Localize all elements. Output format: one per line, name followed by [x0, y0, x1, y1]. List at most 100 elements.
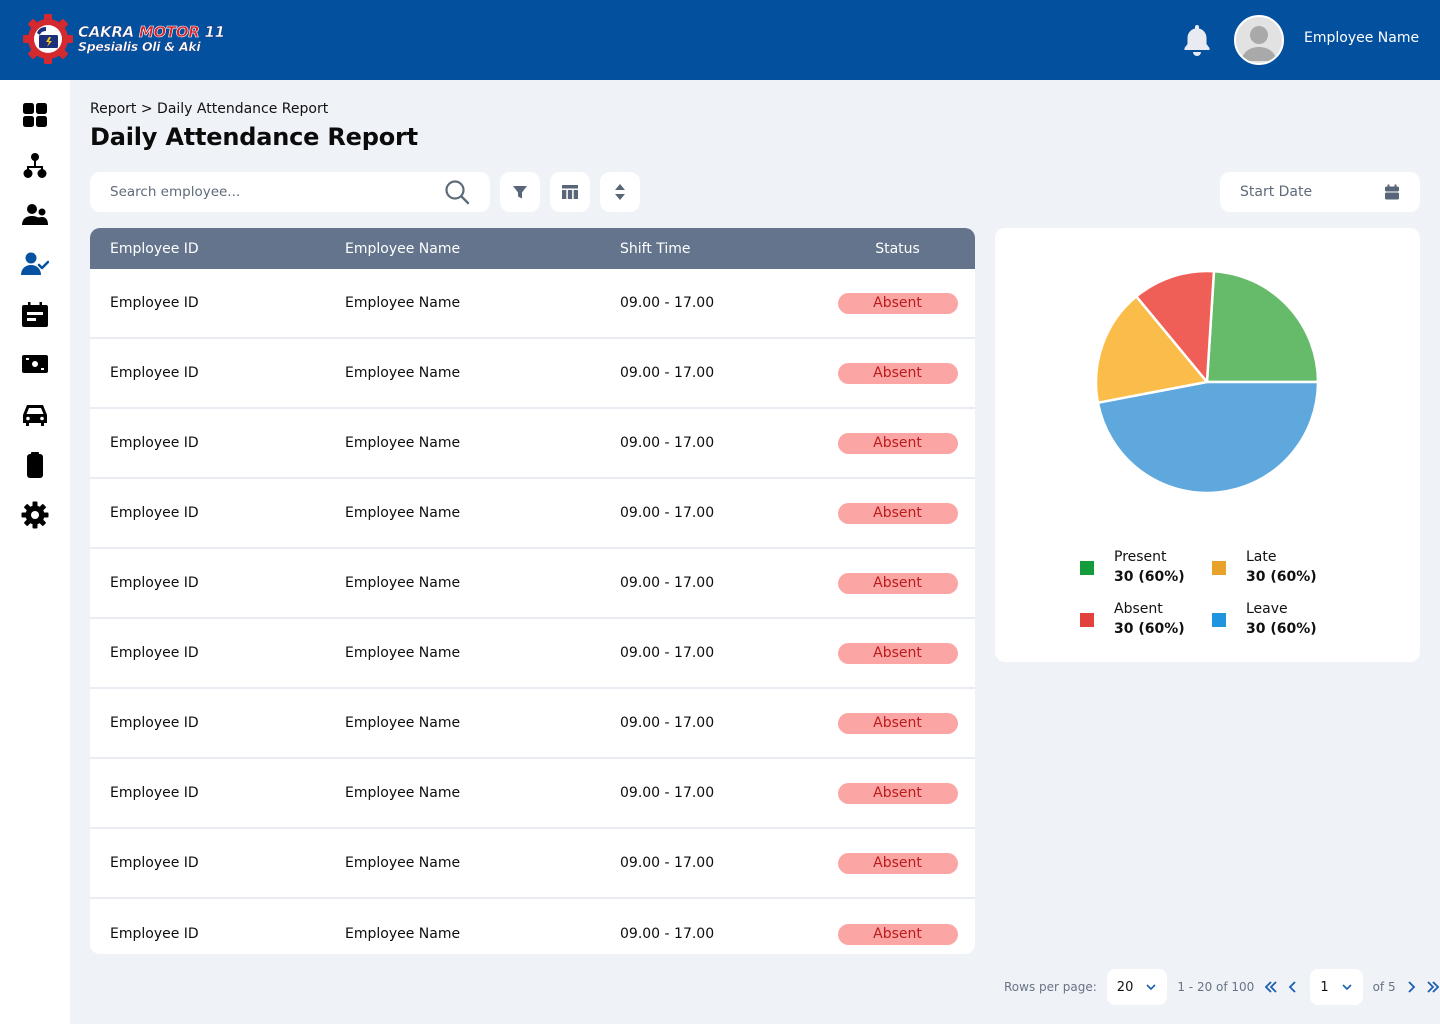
cell-shift-time: 09.00 - 17.00 — [620, 435, 715, 451]
sidebar-item-dashboard[interactable] — [15, 95, 55, 135]
user-avatar-icon — [1241, 26, 1277, 61]
attendance-pie-chart — [1094, 269, 1320, 495]
car-icon — [23, 405, 47, 426]
cell-employee-id: Employee ID — [110, 435, 199, 451]
table-row[interactable]: Employee ID Employee Name 09.00 - 17.00 Abs… — [90, 269, 975, 339]
cell-shift-time: 09.00 - 17.00 — [620, 645, 715, 661]
legend-value: 30 (60%) — [1246, 621, 1317, 637]
sidebar-item-schedule[interactable] — [15, 295, 55, 335]
current-page-value: 1 — [1320, 979, 1329, 995]
cell-employee-id: Employee ID — [110, 505, 199, 521]
table-row[interactable]: Employee ID Employee Name 09.00 - 17.00 Abs… — [90, 829, 975, 899]
search-icon[interactable] — [444, 179, 470, 205]
filter-icon — [513, 186, 527, 199]
breadcrumb[interactable]: Report > Daily Attendance Report — [90, 101, 328, 117]
sidebar — [0, 80, 70, 1024]
rows-per-page-value: 20 — [1116, 979, 1134, 995]
cell-employee-name: Employee Name — [345, 295, 461, 311]
status-badge: Absent — [837, 292, 958, 314]
bell-icon[interactable] — [1182, 23, 1212, 57]
legend-value: 30 (60%) — [1114, 621, 1185, 637]
column-header-employee-name[interactable]: Employee Name — [345, 241, 620, 257]
column-header-employee-id[interactable]: Employee ID — [90, 241, 345, 257]
next-page-button[interactable] — [1404, 980, 1418, 994]
cell-shift-time: 09.00 - 17.00 — [620, 926, 715, 942]
table-row[interactable]: Employee ID Employee Name 09.00 - 17.00 Abs… — [90, 899, 975, 954]
status-badge: Absent — [837, 572, 958, 594]
sidebar-item-vehicles[interactable] — [15, 395, 55, 435]
last-page-button[interactable] — [1426, 980, 1440, 994]
sidebar-item-payroll[interactable] — [15, 344, 55, 384]
page-range: 1 - 20 of 100 — [1177, 980, 1255, 994]
user-name[interactable]: Employee Name — [1304, 30, 1419, 46]
legend-label: Late — [1246, 549, 1277, 565]
cell-shift-time: 09.00 - 17.00 — [620, 785, 715, 801]
cell-employee-id: Employee ID — [110, 785, 199, 801]
double-chevron-left-icon — [1265, 981, 1277, 993]
column-header-shift-time[interactable]: Shift Time — [620, 241, 830, 257]
pie-slice-leave[interactable] — [1096, 380, 1320, 495]
org-chart-icon — [23, 153, 47, 178]
legend-item-present[interactable]: Present 30 (60%) — [1080, 548, 1185, 588]
pagination: Rows per page: 20 1 - 20 of 100 1 of 5 — [1004, 969, 1440, 1005]
search-input[interactable] — [110, 184, 444, 200]
table-row[interactable]: Employee ID Employee Name 09.00 - 17.00 Abs… — [90, 409, 975, 479]
column-header-status[interactable]: Status — [830, 241, 975, 257]
legend-item-late[interactable]: Late 30 (60%) — [1212, 548, 1317, 588]
chevron-down-icon — [1146, 984, 1156, 991]
sidebar-item-attendance[interactable] — [15, 244, 55, 284]
legend-item-leave[interactable]: Leave 30 (60%) — [1212, 600, 1317, 640]
cell-shift-time: 09.00 - 17.00 — [620, 295, 715, 311]
table-row[interactable]: Employee ID Employee Name 09.00 - 17.00 Abs… — [90, 619, 975, 689]
start-date-picker[interactable]: Start Date — [1220, 172, 1420, 212]
legend-item-absent[interactable]: Absent 30 (60%) — [1080, 600, 1185, 640]
page-title: Daily Attendance Report — [90, 123, 418, 151]
columns-button[interactable] — [550, 172, 590, 212]
cell-employee-name: Employee Name — [345, 785, 461, 801]
status-badge: Absent — [837, 782, 958, 804]
cell-employee-id: Employee ID — [110, 645, 199, 661]
table-row[interactable]: Employee ID Employee Name 09.00 - 17.00 Abs… — [90, 339, 975, 409]
sidebar-item-settings[interactable] — [15, 495, 55, 535]
first-page-button[interactable] — [1264, 980, 1278, 994]
cell-employee-name: Employee Name — [345, 926, 461, 942]
cell-employee-id: Employee ID — [110, 855, 199, 871]
total-pages: of 5 — [1372, 980, 1396, 994]
search-box[interactable] — [90, 172, 490, 212]
cell-employee-name: Employee Name — [345, 715, 461, 731]
user-avatar[interactable] — [1234, 15, 1284, 65]
page-select[interactable]: 1 — [1310, 969, 1363, 1005]
cell-employee-name: Employee Name — [345, 855, 461, 871]
legend-label: Leave — [1246, 601, 1288, 617]
company-logo[interactable]: CAKRA MOTOR 11 Spesialis Oli & Aki — [22, 13, 225, 65]
cell-employee-id: Employee ID — [110, 365, 199, 381]
table-row[interactable]: Employee ID Employee Name 09.00 - 17.00 Abs… — [90, 689, 975, 759]
cell-employee-name: Employee Name — [345, 645, 461, 661]
rows-per-page-label: Rows per page: — [1004, 980, 1097, 994]
table-row[interactable]: Employee ID Employee Name 09.00 - 17.00 Abs… — [90, 479, 975, 549]
cell-employee-name: Employee Name — [345, 435, 461, 451]
legend-swatch — [1212, 561, 1226, 575]
sidebar-item-organization[interactable] — [15, 146, 55, 186]
previous-page-button[interactable] — [1286, 980, 1300, 994]
cell-employee-id: Employee ID — [110, 715, 199, 731]
cell-employee-name: Employee Name — [345, 575, 461, 591]
legend-swatch — [1212, 613, 1226, 627]
sidebar-item-clipboard[interactable] — [15, 445, 55, 485]
status-badge: Absent — [837, 852, 958, 874]
filter-button[interactable] — [500, 172, 540, 212]
rows-per-page-select[interactable]: 20 — [1106, 969, 1168, 1005]
table-row[interactable]: Employee ID Employee Name 09.00 - 17.00 Abs… — [90, 549, 975, 619]
table-row[interactable]: Employee ID Employee Name 09.00 - 17.00 Abs… — [90, 759, 975, 829]
status-badge: Absent — [837, 362, 958, 384]
legend-value: 30 (60%) — [1114, 569, 1185, 585]
pie-slice-present[interactable] — [1205, 269, 1320, 384]
cell-employee-name: Employee Name — [345, 505, 461, 521]
sort-button[interactable] — [600, 172, 640, 212]
chevron-right-icon — [1407, 981, 1415, 993]
status-badge: Absent — [837, 502, 958, 524]
attendance-chart-card: Present 30 (60%) Late 30 (60%) Absent 30 (60%… — [995, 228, 1420, 662]
attendance-table: Employee ID Employee Name Shift Time Sta… — [90, 228, 975, 954]
sidebar-item-employees[interactable] — [15, 195, 55, 235]
double-chevron-right-icon — [1426, 981, 1439, 993]
